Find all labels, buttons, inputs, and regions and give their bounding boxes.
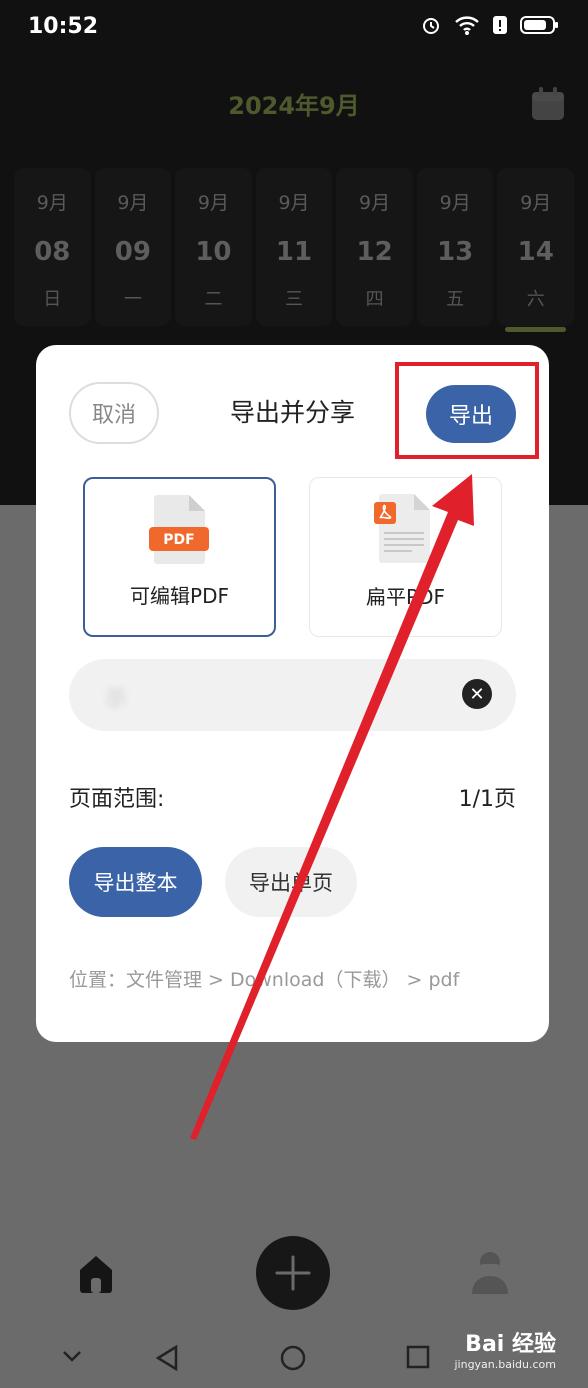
date-cell-selected[interactable]: 9月 14 六: [497, 168, 575, 332]
add-button[interactable]: [256, 1236, 330, 1310]
battery-icon: [520, 14, 560, 40]
alert-icon: [492, 14, 508, 40]
date-month: 9月: [117, 192, 149, 214]
date-month: 9月: [36, 192, 68, 214]
file-name-value: 示: [105, 687, 128, 712]
status-icons: [420, 14, 560, 40]
editable-pdf-label: 可编辑PDF: [130, 584, 229, 608]
date-cell[interactable]: 9月 13 五: [416, 168, 494, 326]
clear-icon[interactable]: ✕: [462, 679, 492, 709]
date-day: 11: [275, 237, 313, 267]
date-cell[interactable]: 9月 08 日: [14, 168, 91, 326]
date-day: 09: [114, 237, 151, 267]
file-name-field[interactable]: 示 ✕: [69, 659, 516, 731]
highlight-annotation: [395, 362, 539, 459]
date-weekday: 四: [365, 289, 384, 310]
date-day: 13: [437, 237, 474, 267]
watermark-url: jingyan.baidu.com: [454, 1358, 556, 1371]
alarm-icon: [420, 14, 442, 40]
date-cell[interactable]: 9月 09 一: [94, 168, 172, 326]
flat-pdf-file-icon: [372, 492, 440, 564]
home-circle-icon[interactable]: [279, 1344, 307, 1376]
date-month: 9月: [439, 192, 471, 214]
page-range-value: 1/1页: [458, 787, 516, 812]
editable-pdf-option[interactable]: PDF 可编辑PDF: [83, 477, 276, 637]
watermark-brand: Bai 经验: [465, 1332, 556, 1357]
date-day: 12: [356, 237, 393, 267]
date-weekday: 六: [526, 289, 545, 310]
chevron-down-icon[interactable]: [60, 1344, 84, 1372]
date-weekday: 三: [285, 289, 304, 310]
watermark: Bai 经验 jingyan.baidu.com: [454, 1326, 556, 1371]
date-cell[interactable]: 9月 11 三: [255, 168, 333, 326]
week-date-strip: 9月 08 日 9月 09 一 9月 10 二 9月 11 三 9月 12 四 …: [14, 168, 575, 334]
date-weekday: 五: [446, 289, 465, 310]
date-day: 14: [517, 237, 554, 267]
wifi-icon: [454, 14, 480, 40]
export-dialog: 取消 导出并分享 导出 PDF 可编辑PDF 扁平PDF 示 ✕ 页面范围: 1…: [36, 345, 549, 1042]
save-location: 位置：文件管理 > Download（下载） > pdf: [69, 969, 460, 991]
pdf-badge: PDF: [163, 532, 194, 548]
export-single-page-button[interactable]: 导出单页: [225, 847, 357, 917]
date-cell[interactable]: 9月 12 四: [336, 168, 413, 326]
status-bar: 10:52: [0, 0, 588, 56]
month-title: 2024年9月: [228, 92, 360, 120]
date-weekday: 日: [43, 289, 62, 310]
date-weekday: 二: [204, 289, 223, 310]
date-weekday: 一: [123, 289, 142, 310]
flat-pdf-option[interactable]: 扁平PDF: [309, 477, 502, 637]
date-month: 9月: [197, 192, 229, 214]
status-time: 10:52: [28, 14, 99, 39]
date-day: 08: [34, 237, 71, 267]
back-icon[interactable]: [154, 1344, 180, 1376]
export-all-button[interactable]: 导出整本: [69, 847, 202, 917]
date-cell[interactable]: 9月 10 二: [175, 168, 252, 326]
date-month: 9月: [520, 192, 552, 214]
home-icon[interactable]: [76, 1252, 116, 1294]
plus-icon: [275, 1255, 311, 1291]
page-range-label: 页面范围:: [69, 787, 165, 812]
profile-icon[interactable]: [470, 1250, 510, 1296]
date-month: 9月: [359, 192, 391, 214]
date-day: 10: [195, 237, 232, 267]
calendar-icon[interactable]: [530, 86, 566, 122]
date-month: 9月: [278, 192, 310, 214]
pdf-file-icon: PDF: [147, 493, 215, 565]
flat-pdf-label: 扁平PDF: [366, 585, 445, 609]
recents-icon[interactable]: [405, 1344, 431, 1374]
